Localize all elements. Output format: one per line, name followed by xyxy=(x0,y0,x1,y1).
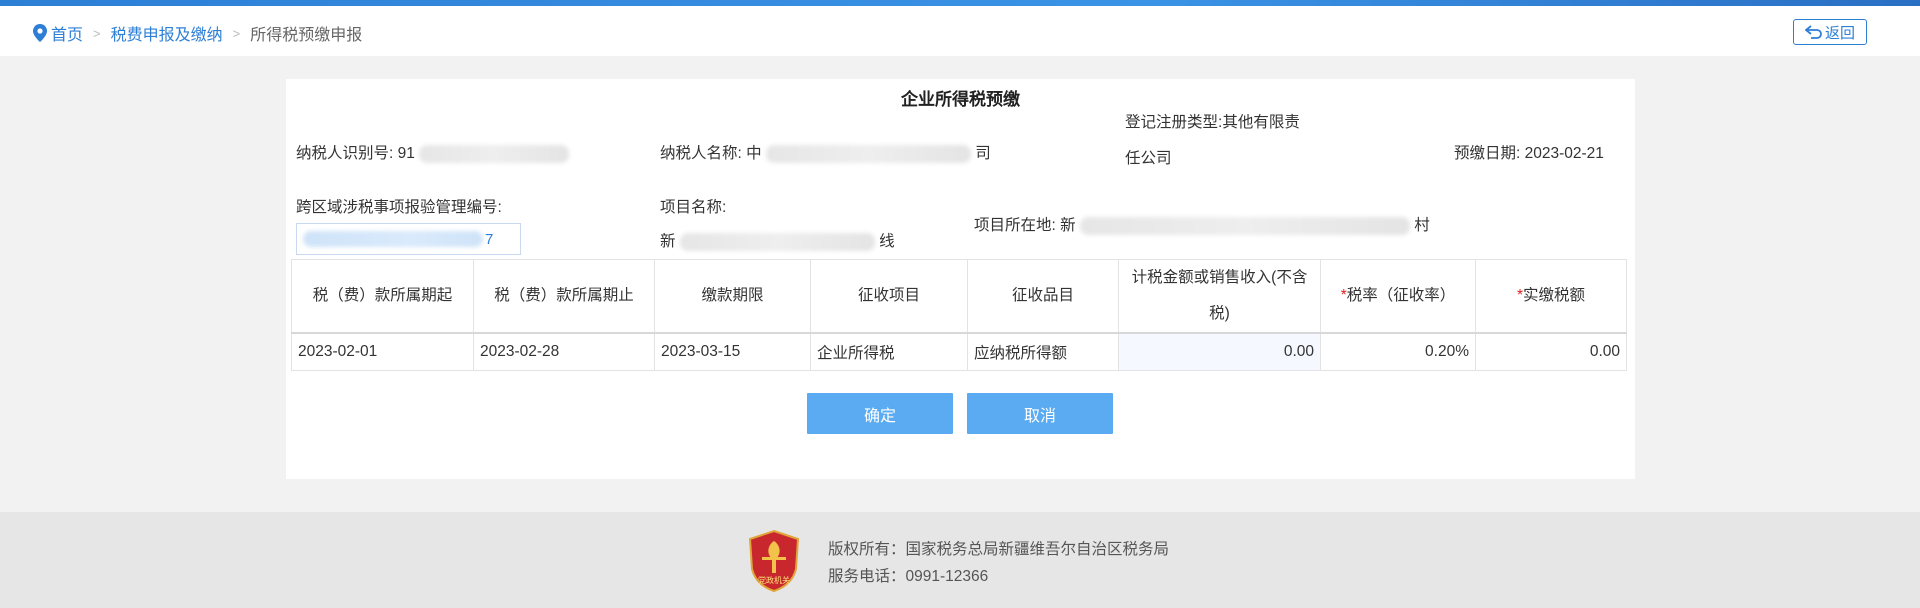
reg-type-label: 登记注册类型: xyxy=(1125,114,1223,131)
cell-levy-item: 企业所得税 xyxy=(810,332,968,371)
redacted-value xyxy=(1079,216,1410,235)
cell-period-end: 2023-02-28 xyxy=(473,332,655,371)
reg-type-value-line1: 其他有限责 xyxy=(1222,114,1300,131)
reg-type-value-line2: 任公司 xyxy=(1125,150,1172,167)
cross-region-number-field[interactable]: 7 xyxy=(296,223,521,255)
taxpayer-id-prefix: 91 xyxy=(397,145,415,162)
table-header-row: 税（费）款所属期起 税（费）款所属期止 缴款期限 征收项目 征收品目 计税金额或… xyxy=(291,259,1627,334)
project-name-prefix: 新 xyxy=(660,233,676,250)
cross-region-label: 跨区域涉税事项报验管理编号: xyxy=(296,199,502,216)
col-levy-item: 征收项目 xyxy=(810,259,968,334)
table-row: 2023-02-01 2023-02-28 2023-03-15 企业所得税 应… xyxy=(291,332,1627,371)
footer-phone: 服务电话：0991-12366 xyxy=(828,568,989,585)
col-levy-subitem: 征收品目 xyxy=(967,259,1119,334)
breadcrumb-tax-declaration-link[interactable]: 税费申报及缴纳 xyxy=(111,21,223,45)
prepay-date: 预缴日期: 2023-02-21 xyxy=(1454,141,1604,163)
project-location: 项目所在地: 新 村 xyxy=(974,213,1430,235)
col-tax-rate: *税率（征收率） xyxy=(1320,259,1476,334)
cell-period-start: 2023-02-01 xyxy=(291,332,474,371)
cell-tax-rate: 0.20% xyxy=(1320,332,1476,371)
cell-levy-subitem: 应纳税所得额 xyxy=(967,332,1119,371)
col-due-date: 缴款期限 xyxy=(654,259,811,334)
prepayment-form-card: 企业所得税预缴 纳税人识别号: 91 纳税人名称: 中 司 登记注册类型:其他有… xyxy=(286,79,1635,479)
taxpayer-name-prefix: 中 xyxy=(746,145,762,162)
redacted-value xyxy=(679,232,875,251)
col-period-end: 税（费）款所属期止 xyxy=(473,259,655,334)
col-tax-rate-label: 税率（征收率） xyxy=(1346,287,1456,304)
taxpayer-name-suffix: 司 xyxy=(975,145,991,162)
redacted-value xyxy=(419,144,570,163)
header-bar: 首页 > 税费申报及缴纳 > 所得税预缴申报 返回 xyxy=(0,6,1920,56)
project-name-suffix: 线 xyxy=(879,233,895,250)
prepay-date-value: 2023-02-21 xyxy=(1524,145,1604,162)
project-name-value: 新 线 xyxy=(660,229,895,251)
project-name-label: 项目名称: xyxy=(660,199,727,216)
back-button[interactable]: 返回 xyxy=(1793,19,1867,45)
tax-table: 税（费）款所属期起 税（费）款所属期止 缴款期限 征收项目 征收品目 计税金额或… xyxy=(291,259,1627,371)
back-button-label: 返回 xyxy=(1824,24,1855,42)
footer: 党政机关 版权所有：国家税务总局新疆维吾尔自治区税务局 服务电话：0991-12… xyxy=(0,512,1920,608)
cell-actual-tax: 0.00 xyxy=(1475,332,1627,371)
taxpayer-id: 纳税人识别号: 91 xyxy=(296,141,570,163)
taxpayer-id-label: 纳税人识别号: xyxy=(296,145,394,162)
col-taxable-amount: 计税金额或销售收入(不含税) xyxy=(1118,259,1321,334)
breadcrumb-separator: > xyxy=(93,25,101,41)
form-title: 企业所得税预缴 xyxy=(901,90,1020,109)
cell-due-date: 2023-03-15 xyxy=(654,332,811,371)
registration-type: 登记注册类型:其他有限责 任公司 xyxy=(1125,105,1325,177)
logo-text: 党政机关 xyxy=(758,575,790,585)
project-location-label: 项目所在地: xyxy=(974,217,1056,234)
taxpayer-name: 纳税人名称: 中 司 xyxy=(660,141,991,163)
col-actual-tax-label: 实缴税额 xyxy=(1523,287,1586,304)
breadcrumb-current: 所得税预缴申报 xyxy=(250,27,363,44)
col-actual-tax: *实缴税额 xyxy=(1475,259,1627,334)
breadcrumb-home-link[interactable]: 首页 xyxy=(51,21,83,45)
government-emblem-icon: 党政机关 xyxy=(748,529,800,593)
footer-copyright: 版权所有：国家税务总局新疆维吾尔自治区税务局 xyxy=(828,541,1170,558)
footer-text: 版权所有：国家税务总局新疆维吾尔自治区税务局 服务电话：0991-12366 xyxy=(828,536,1169,590)
taxable-amount-input[interactable]: 0.00 xyxy=(1118,332,1321,371)
back-arrow-icon xyxy=(1804,25,1822,39)
prepay-date-label: 预缴日期: xyxy=(1454,145,1521,162)
project-location-suffix: 村 xyxy=(1414,217,1430,234)
cross-region-number-tail: 7 xyxy=(485,230,494,248)
breadcrumb: 首页 > 税费申报及缴纳 > 所得税预缴申报 xyxy=(33,21,362,45)
breadcrumb-separator: > xyxy=(232,25,241,41)
taxpayer-name-label: 纳税人名称: xyxy=(660,145,742,162)
project-location-prefix: 新 xyxy=(1060,217,1076,234)
location-pin-icon xyxy=(33,24,47,42)
redacted-value xyxy=(765,144,971,163)
confirm-button[interactable]: 确定 xyxy=(807,393,953,434)
redacted-value xyxy=(303,231,483,247)
cancel-button[interactable]: 取消 xyxy=(967,393,1113,434)
col-period-start: 税（费）款所属期起 xyxy=(291,259,474,334)
